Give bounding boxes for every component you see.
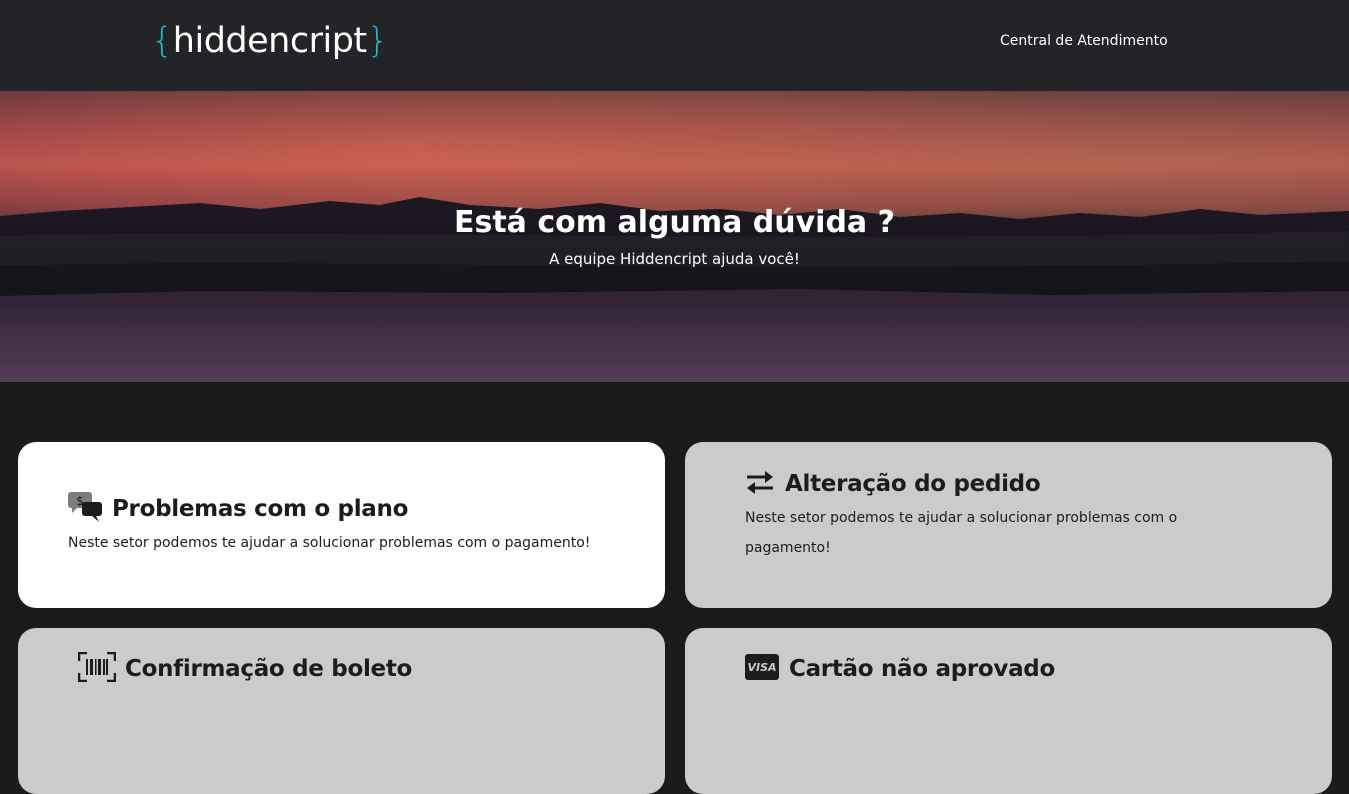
card-description: Neste setor podemos te ajudar a solucion… (68, 535, 591, 551)
barcode-icon (78, 652, 116, 682)
hero-subtitle: A equipe Hiddencript ajuda você! (549, 250, 800, 268)
central-de-atendimento-link[interactable]: Central de Atendimento (1000, 32, 1168, 50)
card-title: Cartão não aprovado (789, 656, 1055, 682)
logo-open-brace: { (151, 21, 173, 61)
svg-text:VISA: VISA (747, 661, 776, 674)
card-title: Confirmação de boleto (125, 656, 413, 682)
hiddencript-logo[interactable]: {hiddencript} (151, 18, 389, 64)
logo-text: hiddencript (172, 21, 367, 61)
card-alteracao-do-pedido[interactable]: Alteração do pedido Neste setor podemos … (685, 442, 1332, 608)
top-navigation-bar: {hiddencript} Central de Atendimento (0, 0, 1349, 91)
visa-card-icon: VISA (745, 654, 779, 680)
card-description: Neste setor podemos te ajudar a solucion… (745, 510, 1178, 556)
card-problemas-com-o-plano[interactable]: $ Problemas com o plano Neste setor pode… (18, 442, 665, 608)
card-title: Alteração do pedido (785, 471, 1041, 497)
card-cartao-nao-aprovado[interactable]: VISA Cartão não aprovado (685, 628, 1332, 794)
hero-banner: Está com alguma dúvida ? A equipe Hidden… (0, 91, 1349, 382)
card-confirmacao-de-boleto[interactable]: Confirmação de boleto (18, 628, 665, 794)
exchange-arrows-icon (747, 471, 773, 494)
logo-close-brace: } (366, 21, 389, 61)
hero-title: Está com alguma dúvida ? (453, 205, 896, 240)
money-chat-icon: $ (68, 492, 102, 522)
card-title: Problemas com o plano (112, 496, 409, 522)
